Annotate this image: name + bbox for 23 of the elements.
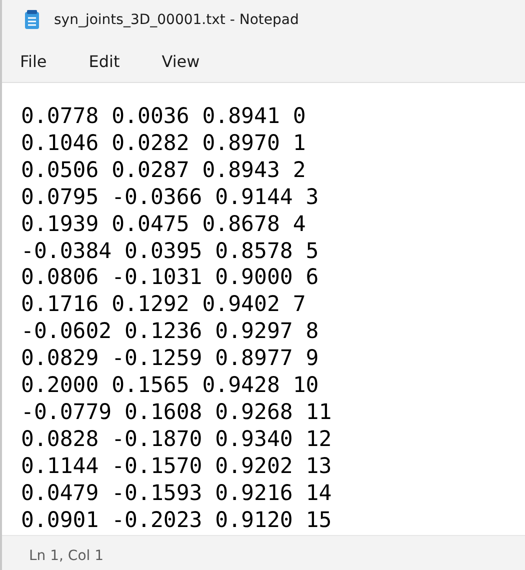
text-line: 0.0778 0.0036 0.8941 0 [21,104,306,131]
text-line: 0.0806 -0.1031 0.9000 6 [21,265,319,292]
menu-item[interactable]: Edit [78,48,130,74]
text-line: 0.0901 -0.2023 0.9120 15 [21,508,332,534]
text-line: -0.0384 0.0395 0.8578 5 [21,238,319,266]
text-line: 0.1144 -0.1570 0.9202 13 [21,454,332,481]
menu-item[interactable]: File [10,48,57,74]
text-line: 0.0828 -0.1870 0.9340 12 [21,426,332,454]
text-line: 0.0479 -0.1593 0.9216 14 [21,480,332,508]
text-line: 0.0795 -0.0366 0.9144 3 [21,184,319,212]
text-line: 0.1046 0.0282 0.8970 1 [21,130,306,158]
notepad-icon [24,10,40,30]
text-line: -0.0602 0.1236 0.9297 8 [21,319,319,346]
text-editor[interactable] [2,83,525,534]
window-title: syn_joints_3D_00001.txt - Notepad [54,12,299,28]
text-line: 0.0506 0.0287 0.8943 2 [21,158,306,185]
menu-item[interactable]: View [152,48,210,74]
text-line: 0.0829 -0.1259 0.8977 9 [21,346,319,374]
text-line: 0.1716 0.1292 0.9402 7 [21,292,306,320]
cursor-position: Ln 1, Col 1 [29,548,104,564]
text-line: 0.2000 0.1565 0.9428 10 [21,373,319,400]
text-line: 0.1939 0.0475 0.8678 4 [21,212,306,239]
text-line: -0.0779 0.1608 0.9268 11 [21,400,332,427]
